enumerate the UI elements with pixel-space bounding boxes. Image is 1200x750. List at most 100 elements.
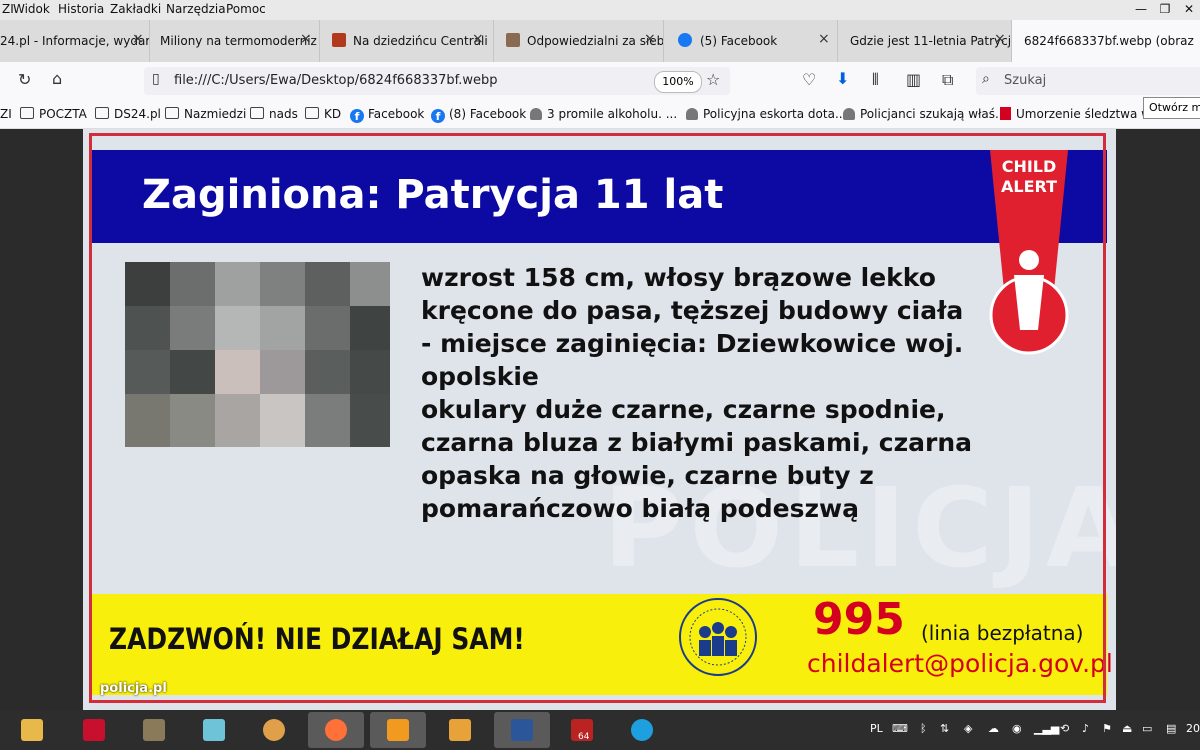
close-icon[interactable]: ×: [644, 31, 656, 47]
bookmark-promile[interactable]: 3 promile alkoholu. ...: [530, 107, 677, 121]
antivirus-icon[interactable]: ◈: [964, 722, 972, 735]
bookmark-policjanci[interactable]: Policjanci szukają właś...: [843, 107, 1006, 121]
menu-item-zi[interactable]: ZI: [2, 2, 14, 16]
word-icon: [511, 719, 533, 741]
taskbar-notes[interactable]: [186, 712, 242, 748]
download-icon[interactable]: ⬇: [836, 69, 849, 88]
child-alert-poster: POLICJA Zaginiona: Patrycja 11 lat wzros…: [83, 129, 1116, 710]
menu-item-widok[interactable]: Widok: [13, 2, 50, 16]
tab-odpowiedzialni[interactable]: Odpowiedzialni za sieb ×: [494, 20, 664, 62]
pdf-icon: [83, 719, 105, 741]
url-bar[interactable]: ▯ file:///C:/Users/Ewa/Desktop/6824f6683…: [144, 67, 730, 95]
taskbar-game[interactable]: 64: [554, 712, 610, 748]
navigation-bar: ↻ ⌂ ▯ file:///C:/Users/Ewa/Desktop/6824f…: [0, 62, 1200, 100]
taskbar-media[interactable]: [432, 712, 488, 748]
facebook-icon: [678, 33, 692, 47]
signal-icon[interactable]: ▁▃▅: [1034, 722, 1059, 735]
menu-item-zakladki[interactable]: Zakładki: [110, 2, 161, 16]
menu-item-narzedzia[interactable]: Narzędzia: [166, 2, 226, 16]
taskbar-firefox[interactable]: [308, 712, 364, 748]
folder-icon: [95, 107, 109, 119]
bookmark-ds24[interactable]: DS24.pl: [95, 107, 161, 121]
palette-icon: [263, 719, 285, 741]
url-text[interactable]: file:///C:/Users/Ewa/Desktop/6824f668337…: [174, 73, 498, 88]
pocket-icon[interactable]: ♡: [802, 70, 816, 89]
tab-title: 6824f668337bf.webp (obraz: [1024, 34, 1194, 48]
close-icon[interactable]: ×: [132, 31, 144, 47]
update-icon[interactable]: ◉: [1012, 722, 1022, 735]
battery-icon[interactable]: ▭: [1142, 722, 1152, 735]
home-icon[interactable]: ⌂: [52, 69, 62, 88]
language-indicator[interactable]: PL: [870, 722, 883, 735]
police-icon: [686, 108, 698, 120]
system-tray: PL ⌨ ᛒ ⇅ ◈ ☁ ◉ ▁▃▅ ⟲ ♪ ⚑ ⏏ ▭ ▤ 202: [866, 710, 1200, 750]
reload-icon[interactable]: ↻: [18, 70, 31, 89]
tab-title: (5) Facebook: [700, 34, 778, 48]
close-icon[interactable]: ×: [472, 31, 484, 47]
network-icon[interactable]: ⇅: [940, 722, 949, 735]
tab-title: 24.pl - Informacje, wydar: [0, 34, 150, 48]
minimize-icon[interactable]: —: [1130, 0, 1152, 20]
cloud-icon[interactable]: ☁: [988, 722, 999, 735]
bookmark-kd[interactable]: KD: [305, 107, 341, 121]
menu-item-historia[interactable]: Historia: [58, 2, 104, 16]
tab-active-image[interactable]: 6824f668337bf.webp (obraz: [1012, 20, 1200, 62]
bookmark-facebook-8[interactable]: f (8) Facebook: [431, 107, 526, 123]
sidebar-icon[interactable]: ▥: [906, 70, 921, 89]
taskbar-explorer[interactable]: [4, 712, 60, 748]
facebook-icon: f: [350, 109, 364, 123]
tab-ds24[interactable]: 24.pl - Informacje, wydar ×: [0, 20, 150, 62]
police-icon: [530, 108, 542, 120]
close-icon[interactable]: ×: [994, 31, 1006, 47]
police-icon: [843, 108, 855, 120]
taskbar-acrobat[interactable]: [66, 712, 122, 748]
tab-patrycja[interactable]: Gdzie jest 11-letnia Patrycja ×: [838, 20, 1012, 62]
site-icon: [506, 33, 520, 47]
media-player-icon: [449, 719, 471, 741]
maximize-icon[interactable]: ❐: [1154, 0, 1176, 20]
clock[interactable]: 202: [1186, 722, 1200, 735]
taskbar-ie[interactable]: [614, 712, 670, 748]
ie-icon: [631, 719, 653, 741]
site-icon: [332, 33, 346, 47]
action-center-icon[interactable]: ▤: [1166, 722, 1176, 735]
taskbar-gimp[interactable]: [126, 712, 182, 748]
bluetooth-icon[interactable]: ᛒ: [920, 722, 927, 735]
extensions-icon[interactable]: ⧉: [942, 70, 953, 90]
star-icon[interactable]: ☆: [706, 70, 720, 89]
search-field[interactable]: ⌕ Szukaj: [976, 67, 1200, 95]
menu-item-pomoc[interactable]: Pomoc: [226, 2, 266, 16]
taskbar-badge: 64: [578, 732, 590, 742]
tab-title: Gdzie jest 11-letnia Patrycja: [850, 34, 1012, 48]
bookmark-zi[interactable]: ZI: [0, 107, 12, 121]
bookmark-poczta[interactable]: POCZTA: [20, 107, 87, 121]
notification-icon[interactable]: ⚑: [1102, 722, 1112, 735]
tab-facebook[interactable]: (5) Facebook ×: [664, 20, 838, 62]
close-icon[interactable]: ×: [818, 31, 830, 47]
tooltip: Otwórz me: [1143, 97, 1200, 119]
notes-icon: [203, 719, 225, 741]
tab-dziedziniec[interactable]: Na dziedzińcu Centrali ×: [320, 20, 494, 62]
bookmark-facebook[interactable]: f Facebook: [350, 107, 424, 123]
taskbar-sublime[interactable]: [370, 712, 426, 748]
keyboard-icon[interactable]: ⌨: [892, 722, 908, 735]
zoom-level[interactable]: 100%: [654, 71, 702, 93]
bookmark-eskorta[interactable]: Policyjna eskorta dota...: [686, 107, 846, 121]
library-icon[interactable]: ⫴: [872, 70, 879, 90]
safely-remove-icon[interactable]: ⏏: [1122, 722, 1132, 735]
bookmark-umorzenie[interactable]: Umorzenie śledztwa w...: [1000, 107, 1161, 121]
volume-icon[interactable]: ♪: [1082, 722, 1089, 735]
gimp-icon: [143, 719, 165, 741]
folder-icon: [250, 107, 264, 119]
bookmark-nads[interactable]: nads: [250, 107, 298, 121]
close-window-icon[interactable]: ✕: [1178, 0, 1200, 20]
menu-bar: ZI Widok Historia Zakładki Narzędzia Pom…: [0, 0, 1200, 20]
tab-miliony[interactable]: Miliony na termomoderniz ×: [150, 20, 320, 62]
bookmark-nazmiedzi[interactable]: Nazmiedzi: [165, 107, 246, 121]
close-icon[interactable]: ×: [300, 31, 312, 47]
tab-title: Na dziedzińcu Centrali: [353, 34, 488, 48]
sync-icon[interactable]: ⟲: [1060, 722, 1069, 735]
taskbar-paint[interactable]: [246, 712, 302, 748]
folder-icon: [21, 719, 43, 741]
taskbar-word[interactable]: [494, 712, 550, 748]
